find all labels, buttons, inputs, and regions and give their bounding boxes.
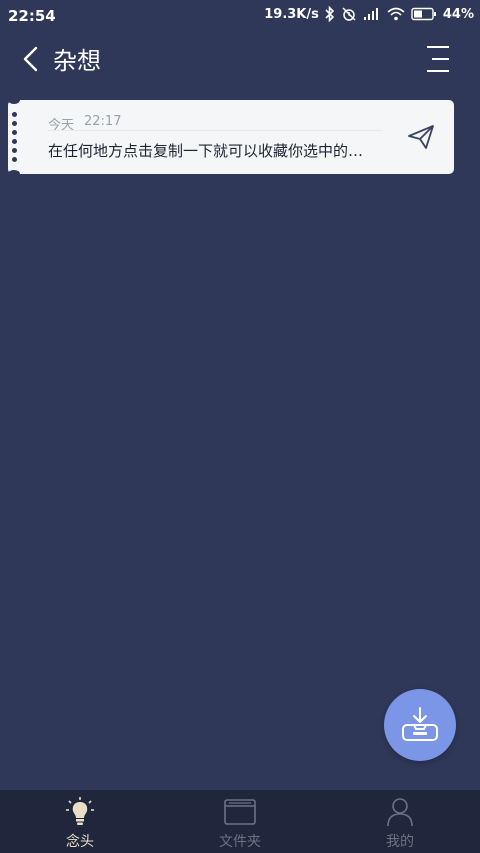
note-card[interactable]: 今天 22:17 在任何地方点击复制一下就可以收藏你选中的文字 bbox=[8, 96, 454, 178]
note-text: 在任何地方点击复制一下就可以收藏你选中的文字 bbox=[48, 142, 373, 160]
import-fab[interactable] bbox=[384, 689, 456, 761]
network-speed: 19.3K/s bbox=[264, 6, 319, 22]
person-icon bbox=[387, 798, 413, 827]
menu-lines-icon bbox=[427, 46, 449, 72]
back-button[interactable] bbox=[18, 44, 46, 74]
battery-level: 44% bbox=[442, 6, 474, 22]
page-title: 杂想 bbox=[53, 47, 101, 75]
nav-item-profile[interactable]: 我的 bbox=[320, 790, 480, 853]
send-button[interactable] bbox=[406, 122, 436, 152]
nav-label-ideas: 念头 bbox=[66, 834, 94, 850]
bottom-nav: 念头 文件夹 我的 bbox=[0, 790, 480, 853]
note-divider bbox=[48, 130, 382, 131]
perforation-dots bbox=[10, 100, 20, 174]
note-time: 22:17 bbox=[84, 114, 122, 129]
inbox-download-icon bbox=[402, 707, 438, 741]
bluetooth-icon bbox=[325, 6, 335, 22]
nav-label-profile: 我的 bbox=[386, 834, 414, 850]
signal-icon bbox=[363, 7, 381, 21]
lightbulb-icon bbox=[66, 797, 94, 825]
status-icons: 19.3K/s 44% bbox=[264, 6, 474, 22]
menu-button[interactable] bbox=[424, 44, 452, 74]
folder-icon bbox=[224, 799, 256, 825]
wifi-icon bbox=[387, 7, 405, 21]
nav-label-folders: 文件夹 bbox=[219, 834, 261, 850]
nav-item-ideas[interactable]: 念头 bbox=[0, 790, 160, 853]
alarm-off-icon bbox=[341, 6, 357, 22]
nav-item-folders[interactable]: 文件夹 bbox=[160, 790, 320, 853]
status-bar: 22:54 19.3K/s 44% bbox=[0, 0, 480, 32]
battery-icon bbox=[411, 7, 437, 21]
status-time: 22:54 bbox=[8, 7, 56, 25]
send-icon bbox=[408, 125, 434, 149]
app-bar: 杂想 bbox=[0, 32, 480, 88]
chevron-left-icon bbox=[23, 46, 38, 72]
